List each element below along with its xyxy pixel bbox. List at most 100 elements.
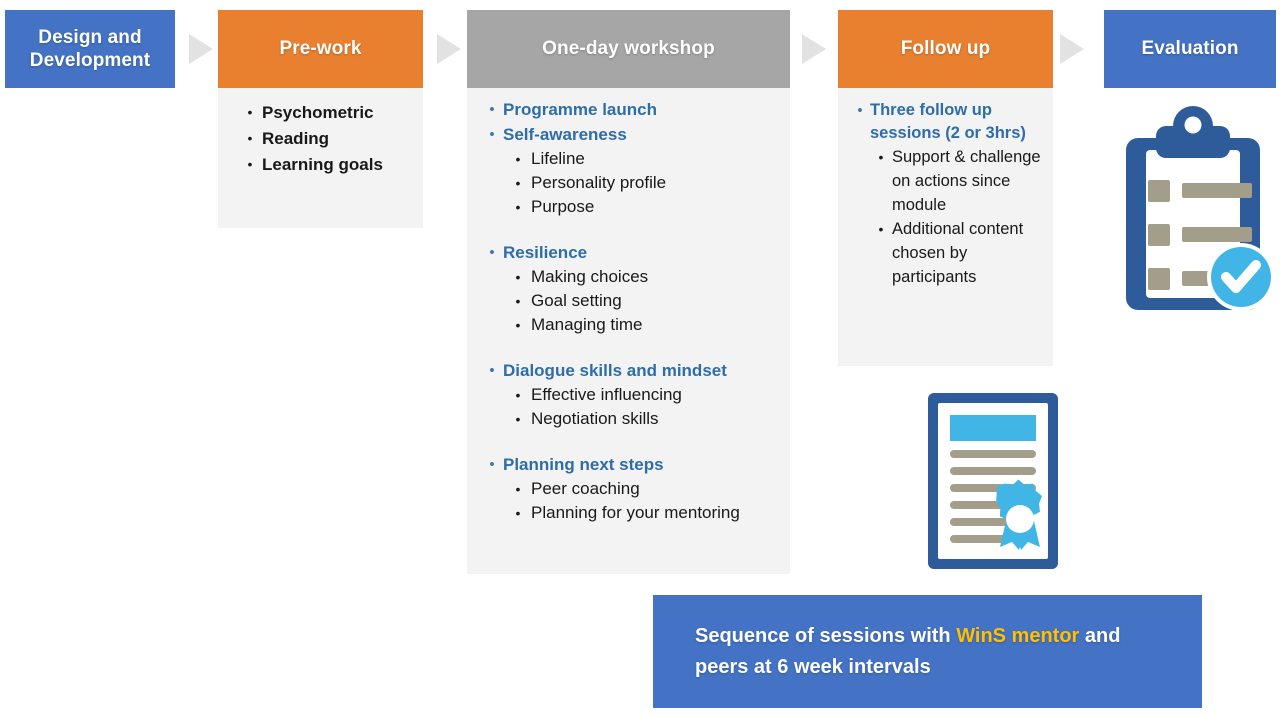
list-item-label: Negotiation skills (531, 409, 659, 428)
bullet-dot-icon: • (247, 130, 253, 146)
list-item[interactable]: • Planning for your mentoring (473, 501, 784, 525)
process-flow-diagram: Design and Development Pre-work • Psycho… (0, 0, 1280, 718)
phase-body-one-day-workshop: • Programme launch • Self-awareness • Li… (467, 88, 790, 574)
list-item-label: Planning next steps (503, 455, 664, 474)
list-item-label: Support & challenge on actions since mod… (892, 148, 1041, 214)
arrow-prework-to-workshop (437, 34, 461, 64)
arrow-workshop-to-followup (802, 34, 826, 64)
bullet-dot-icon: • (489, 362, 495, 379)
phase-header-design-and-development[interactable]: Design and Development (5, 10, 175, 88)
bullet-dot-icon: • (515, 411, 521, 427)
banner-highlight: WinS mentor (956, 624, 1080, 647)
list-item[interactable]: • Purpose (473, 195, 784, 219)
list-item-label: Personality profile (531, 173, 667, 192)
bullet-dot-icon: • (515, 505, 521, 521)
list-item[interactable]: • Dialogue skills and mindset • Effectiv… (473, 359, 784, 431)
list-item[interactable]: • Negotiation skills (473, 407, 784, 431)
list-item-label: Effective influencing (531, 385, 682, 404)
workshop-group-1: • Programme launch • Self-awareness • Li… (473, 98, 784, 219)
list-item[interactable]: • Making choices (473, 265, 784, 289)
phase-body-follow-up: • Three follow up sessions (2 or 3hrs) •… (838, 88, 1053, 366)
list-item-label: Resilience (503, 243, 588, 262)
arrow-followup-to-evaluation (1060, 34, 1084, 64)
bullet-dot-icon: • (489, 126, 495, 143)
list-item[interactable]: • Goal setting (473, 289, 784, 313)
bullet-dot-icon: • (489, 101, 495, 118)
bullet-dot-icon: • (515, 175, 521, 191)
list-item-label: Three follow up sessions (2 or 3hrs) (870, 101, 1026, 142)
bullet-dot-icon: • (878, 149, 884, 165)
sub-list: • Making choices • Goal setting • Managi… (473, 265, 784, 337)
certificate-icon-svg (928, 393, 1058, 569)
list-item-label: Psychometric (262, 103, 374, 122)
bullet-dot-icon: • (515, 317, 521, 333)
bullet-dot-icon: • (247, 156, 253, 172)
list-item[interactable]: • Lifeline (473, 147, 784, 171)
list-item[interactable]: • Resilience • Making choices • Goal set… (473, 241, 784, 337)
bullet-dot-icon: • (515, 269, 521, 285)
phase-header-pre-work[interactable]: Pre-work (218, 10, 423, 88)
bullet-dot-icon: • (515, 151, 521, 167)
sub-list: • Lifeline • Personality profile • Purpo… (473, 147, 784, 219)
list-item-label: Dialogue skills and mindset (503, 361, 727, 380)
bullet-dot-icon: • (515, 387, 521, 403)
phase-header-follow-up[interactable]: Follow up (838, 10, 1053, 88)
bullet-dot-icon: • (489, 244, 495, 261)
phase-body-pre-work: • Psychometric • Reading • Learning goal… (218, 88, 423, 228)
list-item[interactable]: • Support & challenge on actions since m… (844, 145, 1047, 217)
workshop-group-3: • Dialogue skills and mindset • Effectiv… (473, 359, 784, 431)
summary-banner-text: Sequence of sessions with WinS mentor an… (695, 621, 1176, 683)
summary-banner: Sequence of sessions with WinS mentor an… (653, 595, 1202, 708)
list-item[interactable]: • Peer coaching (473, 477, 784, 501)
list-item[interactable]: • Managing time (473, 313, 784, 337)
workshop-group-4: • Planning next steps • Peer coaching • … (473, 453, 784, 525)
list-item-label: Self-awareness (503, 125, 627, 144)
list-item-label: Managing time (531, 315, 643, 334)
workshop-group-2: • Resilience • Making choices • Goal set… (473, 241, 784, 337)
bullet-dot-icon: • (515, 199, 521, 215)
bullet-dot-icon: • (857, 102, 863, 119)
list-item[interactable]: • Planning next steps • Peer coaching • … (473, 453, 784, 525)
list-item-label: Goal setting (531, 291, 622, 310)
phase-title-design-and-development: Design and Development (30, 26, 150, 72)
list-item[interactable]: • Self-awareness • Lifeline • Personalit… (473, 123, 784, 219)
list-item[interactable]: • Programme launch (473, 98, 784, 122)
bullet-dot-icon: • (515, 481, 521, 497)
list-item[interactable]: • Learning goals (224, 152, 417, 177)
list-item-label: Purpose (531, 197, 595, 216)
phase-header-evaluation[interactable]: Evaluation (1104, 10, 1276, 88)
list-item[interactable]: • Personality profile (473, 171, 784, 195)
phase-header-one-day-workshop[interactable]: One-day workshop (467, 10, 790, 88)
bullet-dot-icon: • (247, 104, 253, 120)
phase-title-line1: Design and (38, 26, 142, 48)
phase-title-line2: Development (29, 50, 151, 71)
sub-list: • Support & challenge on actions since m… (844, 145, 1047, 289)
list-item-label: Programme launch (503, 100, 657, 119)
list-item-label: Learning goals (262, 155, 383, 174)
arrow-design-to-prework (189, 34, 213, 64)
phase-title-one-day-workshop: One-day workshop (542, 38, 715, 60)
list-item[interactable]: • Effective influencing (473, 383, 784, 407)
phase-title-follow-up: Follow up (900, 38, 991, 60)
bullet-dot-icon: • (515, 293, 521, 309)
list-item-label: Making choices (531, 267, 649, 286)
bullet-dot-icon: • (489, 456, 495, 473)
list-item[interactable]: • Three follow up sessions (2 or 3hrs) •… (844, 99, 1047, 289)
banner-text-part1: Sequence of sessions with (695, 624, 957, 647)
bullet-dot-icon: • (878, 221, 884, 237)
phase-title-evaluation: Evaluation (1141, 38, 1239, 60)
sub-list: • Peer coaching • Planning for your ment… (473, 477, 784, 525)
clipboard-check-icon (1108, 100, 1278, 315)
list-item[interactable]: • Psychometric (224, 100, 417, 125)
list-item[interactable]: • Additional content chosen by participa… (844, 217, 1047, 289)
list-item[interactable]: • Reading (224, 126, 417, 151)
list-item-label: Additional content chosen by participant… (892, 220, 1024, 286)
pre-work-list: • Psychometric • Reading • Learning goal… (224, 100, 417, 177)
sub-list: • Effective influencing • Negotiation sk… (473, 383, 784, 431)
clipboard-check-icon-svg (1126, 106, 1275, 311)
certificate-icon (925, 390, 1061, 572)
follow-up-list: • Three follow up sessions (2 or 3hrs) •… (844, 99, 1047, 289)
